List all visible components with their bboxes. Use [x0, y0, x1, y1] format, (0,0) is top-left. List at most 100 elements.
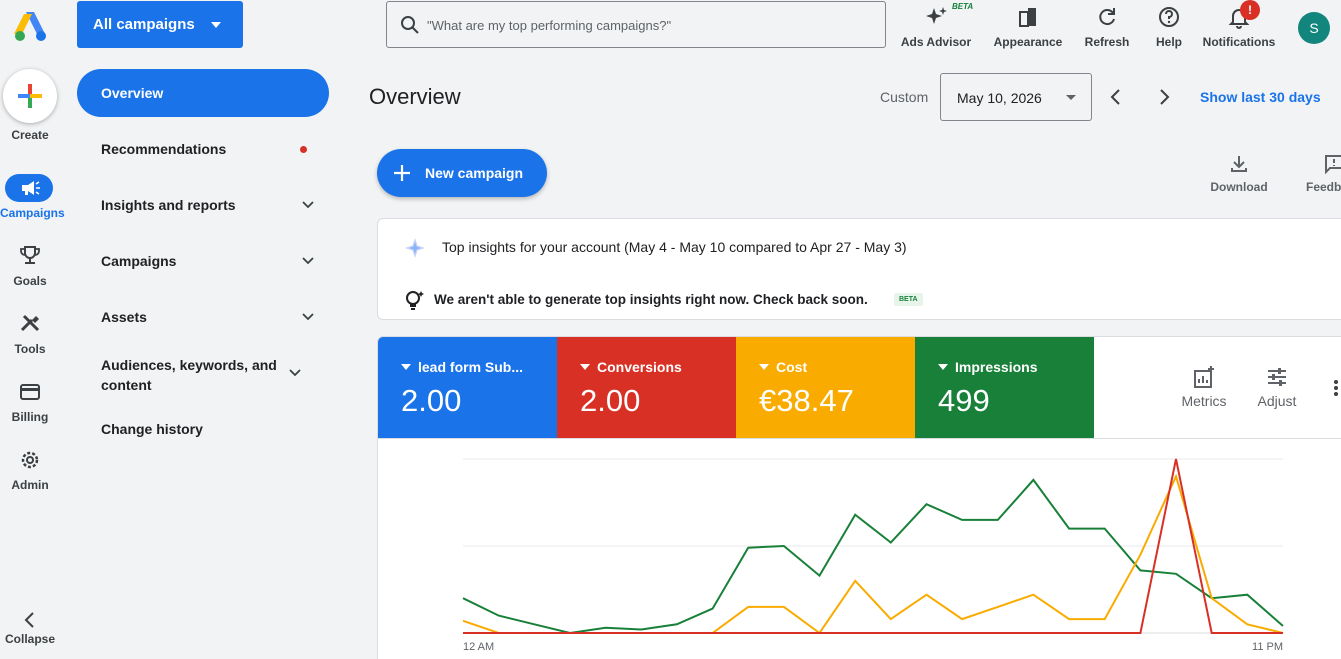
sparkle-icon — [405, 238, 425, 258]
campaigns-label: Campaigns — [0, 206, 65, 220]
google-ads-logo[interactable] — [12, 8, 48, 42]
date-value: May 10, 2026 — [957, 90, 1042, 106]
metric-tile-conversions[interactable]: Conversions 2.00 — [557, 337, 736, 438]
create-button[interactable] — [3, 69, 57, 123]
appearance-label: Appearance — [993, 35, 1063, 49]
goals-label: Goals — [13, 274, 47, 288]
side-nav: All campaigns Overview Recommendations I… — [60, 0, 350, 659]
top-insights-card: Top insights for your account (May 4 - M… — [377, 218, 1341, 320]
divider — [378, 438, 1341, 439]
feedback-label: Feedb — [1306, 180, 1341, 194]
metric-tile-lead-form[interactable]: lead form Sub... 2.00 — [378, 337, 557, 438]
chevron-down-icon[interactable] — [288, 366, 302, 380]
left-rail: Create Campaigns Goals Tools Billing Adm… — [0, 0, 65, 659]
nav-item-audiences[interactable]: Audiences, keywords, and content — [77, 355, 297, 395]
more-vert-icon[interactable] — [1333, 379, 1339, 397]
create-label: Create — [11, 128, 49, 142]
adjust-button[interactable]: Adjust — [1251, 365, 1303, 409]
date-range-selector[interactable]: May 10, 2026 — [940, 73, 1092, 121]
series-line-cost — [462, 473, 1284, 635]
notifications-label: Notifications — [1202, 35, 1276, 49]
metric-tile-cost[interactable]: Cost €38.47 — [736, 337, 915, 438]
nav-item-label: Campaigns — [101, 253, 177, 269]
feedback-button[interactable]: Feedb — [1306, 154, 1341, 194]
refresh-label: Refresh — [1084, 35, 1130, 49]
page-title: Overview — [369, 84, 461, 109]
metric-value: 2.00 — [401, 383, 462, 418]
insights-message: We aren't able to generate top insights … — [434, 292, 868, 307]
tune-icon — [1268, 368, 1286, 386]
chevron-left-icon[interactable] — [17, 607, 43, 633]
notifications-button[interactable]: Notifications — [1200, 4, 1278, 49]
trophy-icon[interactable] — [17, 243, 43, 269]
metric-name: Cost — [776, 359, 808, 375]
collapse-label[interactable]: Collapse — [0, 632, 60, 646]
lightbulb-icon — [406, 291, 424, 310]
x-axis-start-label: 12 AM — [463, 641, 494, 653]
tools-label: Tools — [14, 342, 46, 356]
nav-item-label: Recommendations — [101, 141, 227, 157]
metric-value: €38.47 — [759, 383, 854, 418]
billing-label: Billing — [11, 410, 49, 424]
help-button[interactable]: Help — [1150, 4, 1188, 49]
megaphone-icon — [22, 181, 40, 195]
campaigns-rail-button[interactable] — [5, 174, 53, 202]
date-range-type: Custom — [880, 89, 929, 105]
download-icon — [1231, 156, 1247, 172]
gear-icon[interactable] — [17, 447, 43, 473]
notification-badge: ! — [1240, 0, 1260, 20]
next-period-icon[interactable] — [1153, 86, 1175, 108]
nav-item-label: Change history — [101, 421, 203, 437]
nav-item-campaigns[interactable]: Campaigns — [77, 253, 329, 269]
metric-name: lead form Sub... — [418, 359, 524, 375]
new-campaign-label: New campaign — [425, 165, 524, 181]
show-last-30-days-link[interactable]: Show last 30 days — [1200, 89, 1321, 105]
nav-item-label: Insights and reports — [101, 197, 236, 213]
beta-tag: BETA — [952, 2, 974, 11]
metric-tile-impressions[interactable]: Impressions 499 — [915, 337, 1094, 438]
chevron-down-icon — [302, 257, 314, 265]
plus-icon — [394, 165, 410, 181]
nav-item-label: Audiences, keywords, and content — [101, 357, 277, 393]
new-campaign-button[interactable]: New campaign — [377, 149, 547, 197]
ads-advisor-label: Ads Advisor — [900, 35, 972, 49]
nav-item-insights-and-reports[interactable]: Insights and reports — [77, 197, 329, 213]
tools-icon[interactable] — [17, 311, 43, 337]
notification-dot — [300, 146, 307, 153]
plus-icon — [18, 84, 42, 108]
metric-name: Conversions — [597, 359, 682, 375]
dropdown-caret-icon — [938, 364, 948, 370]
previous-period-icon[interactable] — [1105, 86, 1127, 108]
nav-item-change-history[interactable]: Change history — [77, 421, 329, 437]
chevron-down-icon — [302, 201, 314, 209]
nav-item-recommendations[interactable]: Recommendations — [77, 141, 329, 157]
sparkle-icon — [926, 7, 947, 24]
help-label: Help — [1155, 35, 1182, 49]
refresh-icon — [1099, 8, 1115, 26]
adjust-label: Adjust — [1257, 393, 1297, 409]
feedback-icon — [1325, 155, 1341, 174]
download-label: Download — [1210, 180, 1268, 194]
refresh-button[interactable]: Refresh — [1082, 4, 1132, 49]
appearance-icon — [1019, 8, 1036, 27]
credit-card-icon[interactable] — [17, 379, 43, 405]
download-button[interactable]: Download — [1206, 154, 1272, 194]
nav-item-overview[interactable]: Overview — [77, 69, 329, 117]
metrics-button[interactable]: Metrics — [1176, 365, 1232, 409]
all-campaigns-selector[interactable]: All campaigns — [77, 1, 243, 48]
performance-line-chart: 12 AM 11 PM — [462, 458, 1284, 653]
search-input[interactable]: "What are my top performing campaigns?" — [386, 1, 886, 48]
dropdown-caret-icon — [580, 364, 590, 370]
chevron-down-icon — [302, 313, 314, 321]
avatar[interactable]: S — [1298, 12, 1330, 44]
nav-item-label: Assets — [101, 309, 147, 325]
admin-label: Admin — [11, 478, 49, 492]
appearance-button[interactable]: Appearance — [990, 4, 1066, 49]
add-chart-icon — [1194, 366, 1214, 388]
dropdown-caret-icon — [759, 364, 769, 370]
beta-chip: BETA — [894, 293, 923, 306]
dropdown-caret-icon — [211, 22, 221, 28]
nav-item-assets[interactable]: Assets — [77, 309, 329, 325]
metric-name: Impressions — [955, 359, 1038, 375]
dropdown-caret-icon — [401, 364, 411, 370]
